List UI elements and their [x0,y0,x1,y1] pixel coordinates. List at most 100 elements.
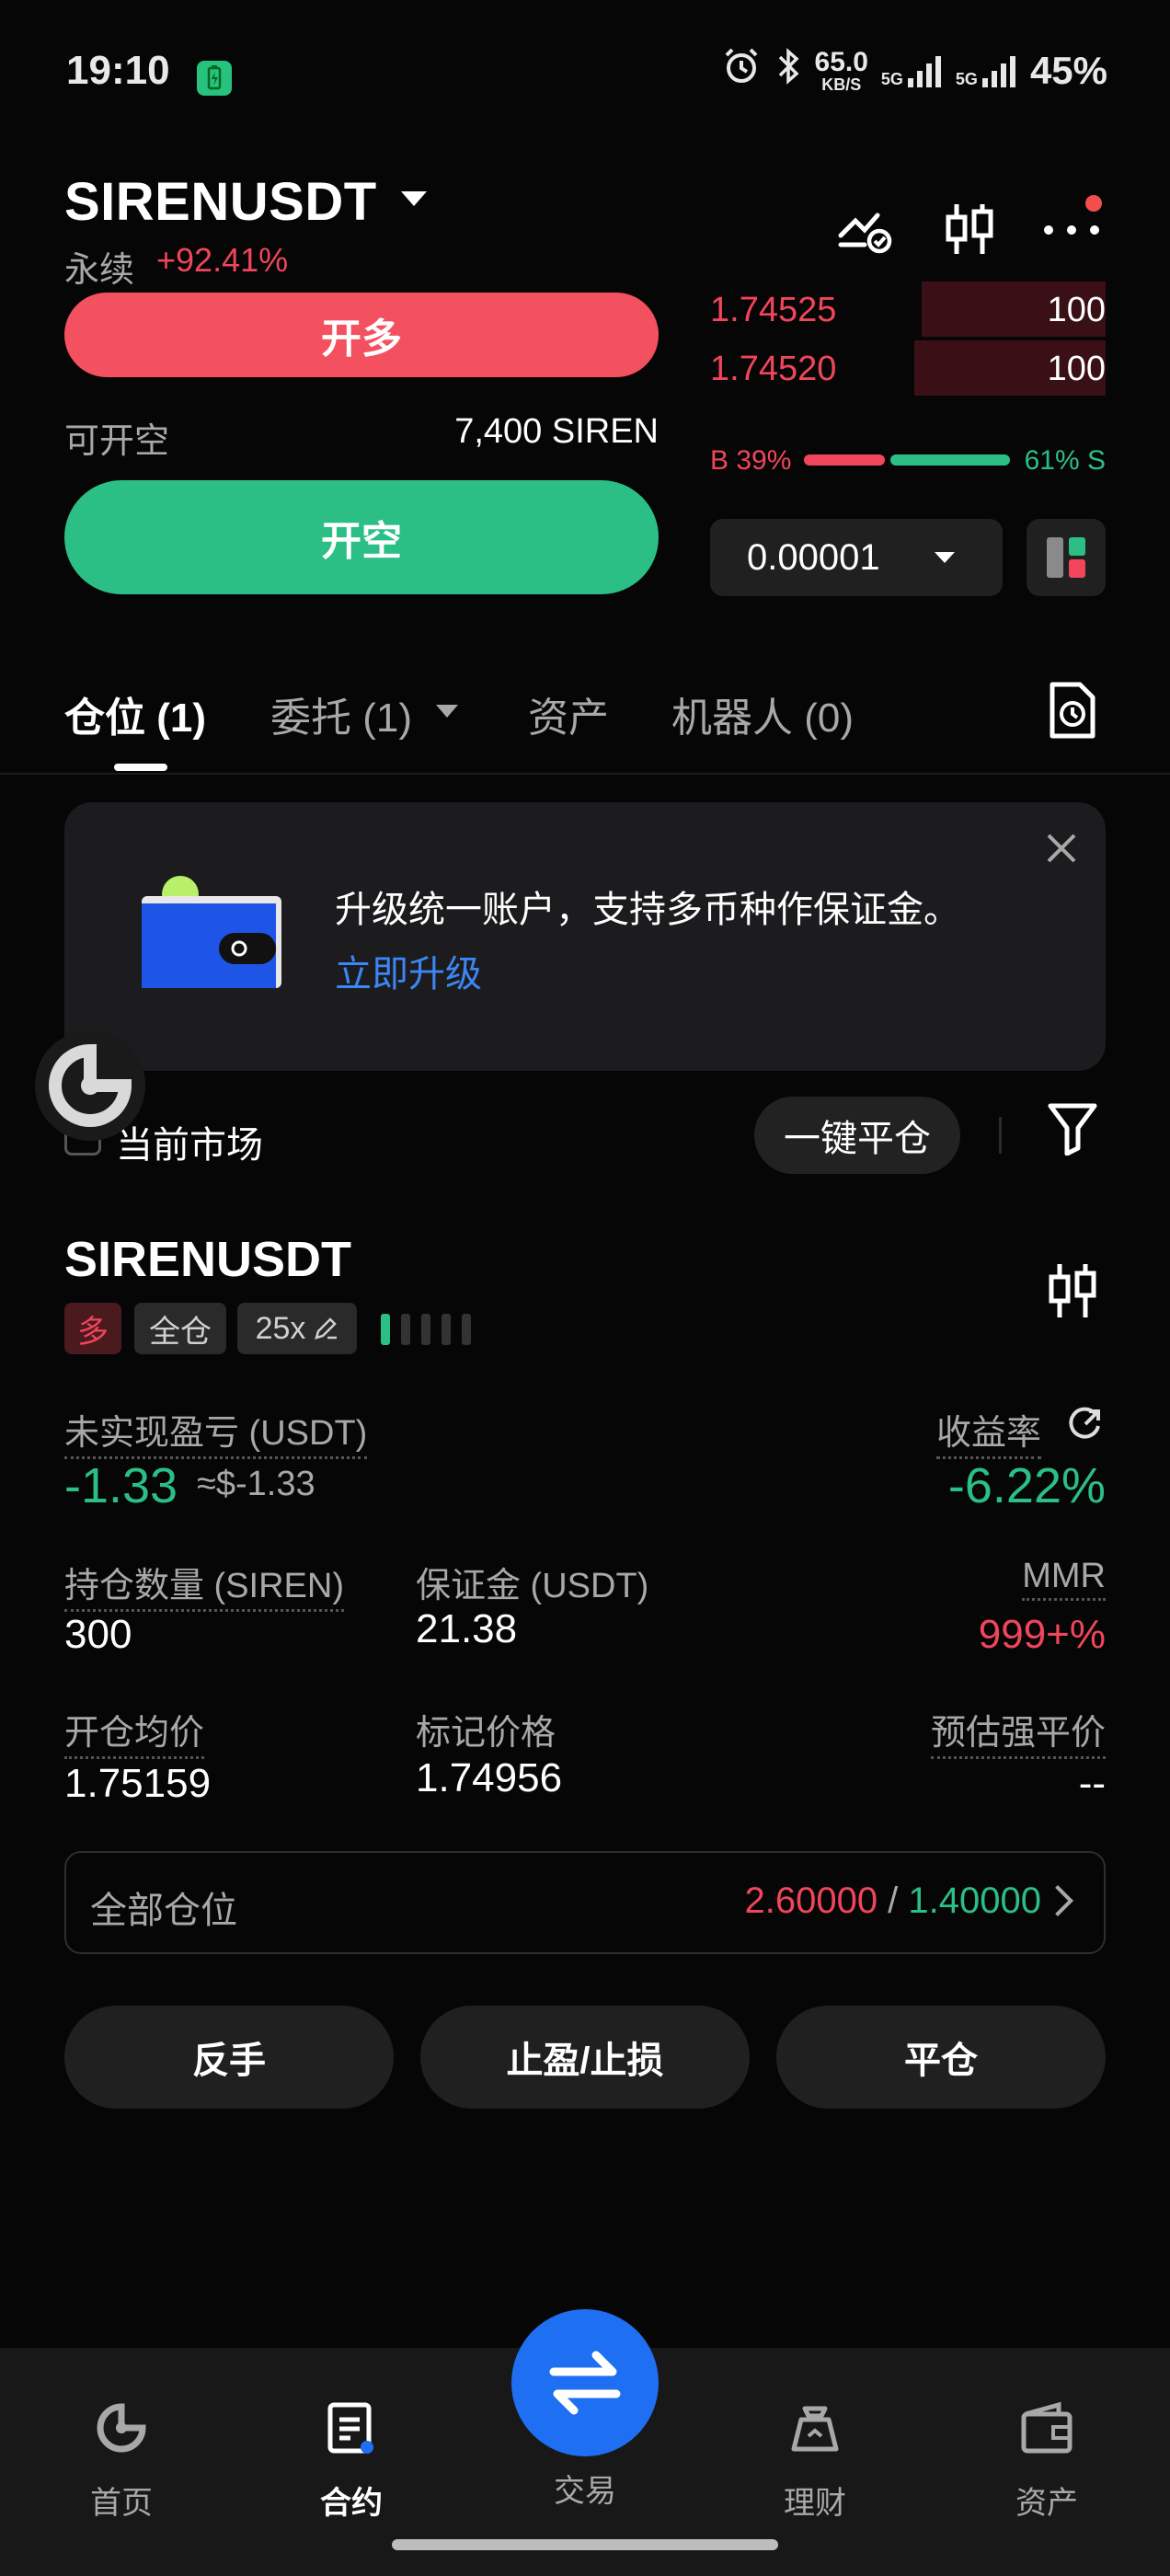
earn-icon [786,2399,843,2465]
position-qty-value: 300 [64,1612,132,1657]
position-symbol[interactable]: SIRENUSDT [64,1231,351,1288]
open-long-button[interactable]: 开多 [64,293,659,377]
home-indicator[interactable] [392,2539,778,2550]
notification-dot [1085,195,1102,212]
candlestick-icon[interactable] [940,199,1001,259]
margin-label: 保证金 (USDT) [416,1567,649,1605]
sell-ratio: 61% S [1024,445,1106,476]
ask-price: 1.74525 [710,291,837,329]
leverage-value: 25x [255,1310,306,1346]
nav-home[interactable]: 首页 [29,2399,213,2523]
history-icon[interactable] [1047,681,1098,740]
adl-indicator-bar [462,1314,471,1345]
tab-assets[interactable]: 资产 [528,684,609,743]
entry-price-label[interactable]: 开仓均价 [64,1704,205,1759]
unrealized-pnl-value: -1.33 [64,1458,178,1513]
net-speed-value: 65.0 [814,47,868,77]
signal-2-label: 5G [955,70,978,88]
unrealized-pnl-usd: ≈$-1.33 [197,1465,315,1503]
tab-positions[interactable]: 仓位 (1) [64,684,206,743]
close-all-button[interactable]: 一键平仓 [754,1097,960,1174]
battery-level: 45% [1029,49,1107,92]
chart-settings-icon[interactable] [835,199,896,259]
margin-mode-badge[interactable]: 全仓 [134,1303,226,1354]
share-icon[interactable] [1067,1406,1104,1443]
all-short-value: 1.40000 [908,1880,1041,1921]
sell-ratio-bar [890,454,1010,466]
mark-price-label: 标记价格 [416,1714,556,1753]
orderbook-ask-row[interactable]: 1.74520 100 [710,340,1106,396]
precision-select[interactable]: 0.00001 [710,519,1003,596]
mmr-value: 999+% [978,1612,1106,1657]
wallet-icon [1018,2399,1075,2465]
liq-price-value: -- [1078,1761,1106,1806]
side-badge: 多 [64,1303,121,1354]
caret-down-icon[interactable] [436,705,458,718]
mark-price-value: 1.74956 [416,1755,563,1800]
status-time: 19:10 [66,48,170,93]
edit-icon [313,1316,338,1341]
ask-qty: 100 [1047,291,1106,329]
roe-label[interactable]: 收益率 [935,1404,1041,1459]
nav-contract[interactable]: 合约 [259,2399,443,2523]
all-long-value: 2.60000 [744,1880,878,1921]
swap-icon [546,2346,624,2424]
tpsl-button[interactable]: 止盈/止损 [420,2006,750,2109]
symbol-selector[interactable]: SIRENUSDT [64,171,377,233]
price-change: +92.41% [156,241,289,279]
entry-price-value: 1.75159 [64,1761,212,1806]
divider [0,773,1170,775]
all-positions-values: 2.60000 / 1.40000 [744,1880,1041,1922]
floating-assistant-icon[interactable] [35,1030,145,1141]
signal-2-icon: 5G [956,52,1017,89]
nav-trade-button[interactable] [511,2309,659,2456]
status-icons: 65.0 KB/S 5G 5G 45% [721,46,1107,96]
net-speed-unit: KB/S [821,75,862,94]
upgrade-link[interactable]: 立即升级 [335,944,482,997]
leverage-badge[interactable]: 25x [237,1303,357,1354]
adl-indicator-bar [442,1314,451,1345]
nav-assets-label: 资产 [1015,2486,1078,2521]
adl-indicator-bar [401,1314,410,1345]
all-positions-label: 全部仓位 [90,1891,237,1931]
adl-indicator-bar [381,1314,390,1345]
candlestick-icon[interactable] [1045,1260,1100,1321]
banner-text: 升级统一账户，支持多币种作保证金。 [335,890,960,930]
nav-contract-label: 合约 [320,2486,383,2521]
contract-type: 永续 [64,251,135,290]
margin-value: 21.38 [416,1606,518,1651]
orderbook-ask-row[interactable]: 1.74525 100 [710,282,1106,337]
adl-indicator-bar [421,1314,430,1345]
contract-icon [323,2399,380,2465]
tab-bots[interactable]: 机器人 (0) [671,684,854,743]
mmr-label[interactable]: MMR [1022,1557,1106,1601]
reverse-button[interactable]: 反手 [64,2006,394,2109]
open-short-button[interactable]: 开空 [64,480,659,594]
all-sep: / [878,1880,909,1921]
close-icon[interactable] [1045,832,1078,865]
battery-saver-icon [197,61,232,96]
available-value: 7,400 SIREN [454,412,659,451]
nav-assets[interactable]: 资产 [955,2399,1139,2523]
signal-1-label: 5G [880,70,903,88]
nav-earn[interactable]: 理财 [723,2399,907,2523]
tab-orders[interactable]: 委托 (1) [270,684,412,743]
buy-ratio-bar [804,454,885,466]
caret-down-icon[interactable] [401,191,427,206]
buy-ratio: B 39% [710,445,792,476]
available-label: 可开空 [64,422,170,461]
close-position-button[interactable]: 平仓 [776,2006,1106,2109]
net-speed: 65.0 KB/S [814,47,868,94]
orderbook-layout-button[interactable] [1027,519,1106,596]
ask-price: 1.74520 [710,350,837,388]
unrealized-pnl-label[interactable]: 未实现盈亏 (USDT) [64,1404,368,1459]
nav-trade-label[interactable]: 交易 [511,2466,659,2511]
position-qty-label[interactable]: 持仓数量 (SIREN) [64,1557,345,1612]
divider [999,1117,1002,1154]
liq-price-label[interactable]: 预估强平价 [930,1704,1106,1759]
nav-earn-label: 理财 [784,2486,846,2521]
signal-1-icon: 5G [881,52,943,89]
filter-icon[interactable] [1047,1100,1098,1156]
caret-down-icon[interactable] [935,552,955,563]
wallet-illustration-icon [138,874,285,994]
